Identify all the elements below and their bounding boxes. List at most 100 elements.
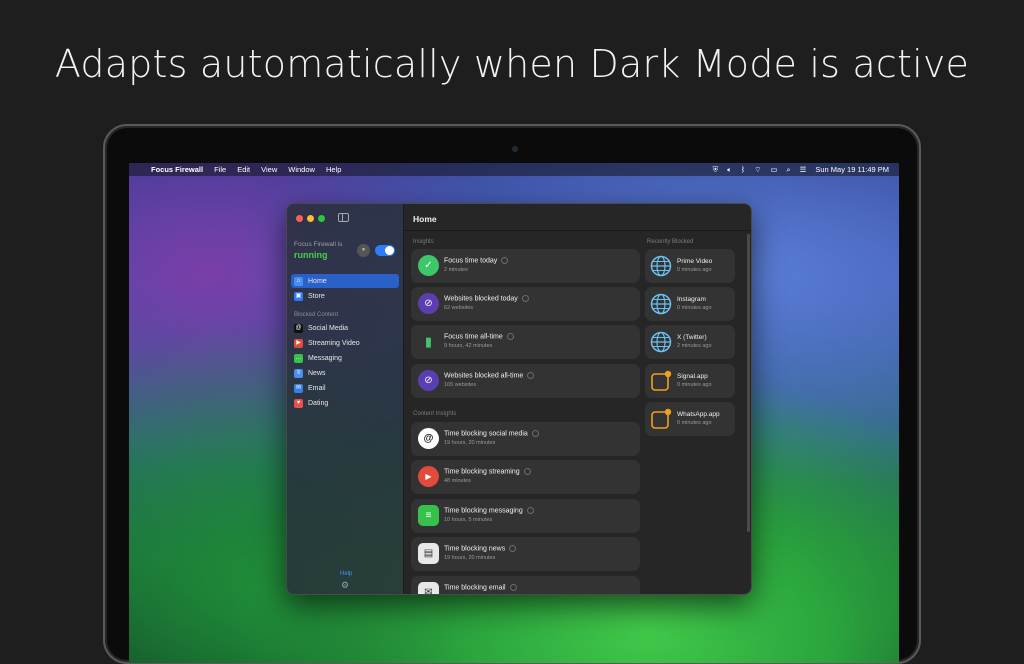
sidebar-item-news[interactable]: ≡ News bbox=[291, 366, 399, 380]
recent-item-title: WhatsApp.app bbox=[677, 411, 720, 418]
menu-file[interactable]: File bbox=[214, 165, 226, 174]
insight-card-blocked-today[interactable]: ⊘ Websites blocked today 62 websites bbox=[411, 287, 640, 321]
recent-item-x-twitter[interactable]: X (Twitter) 2 minutes ago bbox=[645, 325, 735, 359]
card-title: Websites blocked all-time bbox=[444, 372, 524, 380]
blocked-globe-icon: ⊘ bbox=[418, 370, 439, 391]
content-card-messaging[interactable]: ≡ Time blocking messaging 10 hours, 5 mi… bbox=[411, 499, 640, 533]
menu-bar: Focus Firewall File Edit View Window Hel… bbox=[129, 163, 899, 176]
sidebar-toggle-icon[interactable] bbox=[338, 213, 349, 222]
card-title: Websites blocked today bbox=[444, 295, 518, 303]
sidebar-item-messaging[interactable]: … Messaging bbox=[291, 351, 399, 365]
card-subtitle: 19 hours, 20 minutes bbox=[444, 555, 496, 561]
minimize-button[interactable] bbox=[307, 215, 314, 222]
help-link[interactable]: Help bbox=[340, 571, 352, 577]
recent-item-title: Signal.app bbox=[677, 373, 708, 380]
info-icon[interactable] bbox=[509, 584, 517, 591]
main-content: Home Insights Recently Blocked ✓ Focus t… bbox=[404, 204, 751, 594]
insight-card-focus-today[interactable]: ✓ Focus time today 2 minutes bbox=[411, 249, 640, 283]
card-title: Time blocking messaging bbox=[444, 507, 523, 515]
play-icon: ▶ bbox=[294, 338, 303, 348]
header-divider bbox=[404, 230, 751, 231]
zoom-button[interactable] bbox=[318, 215, 325, 222]
content-card-social-media[interactable]: @ Time blocking social media 19 hours, 2… bbox=[411, 422, 640, 456]
insight-card-focus-alltime[interactable]: ▮ Focus time all-time 9 hours, 42 minute… bbox=[411, 325, 640, 359]
recent-item-prime-video[interactable]: Prime Video 0 minutes ago bbox=[645, 249, 735, 283]
newspaper-icon: ≡ bbox=[294, 368, 303, 378]
sidebar-item-email[interactable]: ✉ Email bbox=[291, 381, 399, 395]
control-center-icon[interactable]: ☰ bbox=[800, 165, 807, 174]
battery-icon[interactable]: ▭ bbox=[770, 165, 777, 174]
wifi-icon[interactable]: ⌔ bbox=[754, 165, 761, 175]
message-icon: … bbox=[294, 353, 303, 363]
card-subtitle: 165 websites bbox=[444, 382, 477, 388]
info-icon[interactable] bbox=[501, 257, 509, 264]
content-card-streaming[interactable]: ▶ Time blocking streaming 48 minutes bbox=[411, 460, 640, 494]
headline: Adapts automatically when Dark Mode is a… bbox=[54, 42, 970, 86]
content-card-email[interactable]: ✉ Time blocking email bbox=[411, 576, 640, 594]
content-insights-label: Content Insights bbox=[413, 411, 457, 417]
page-title: Home bbox=[413, 214, 437, 224]
sidebar-item-social-media[interactable]: @ Social Media bbox=[291, 321, 399, 335]
status-value: running bbox=[294, 250, 328, 260]
recent-item-instagram[interactable]: Instagram 0 minutes ago bbox=[645, 287, 735, 321]
card-title: Focus time today bbox=[444, 257, 498, 265]
card-subtitle: 2 minutes bbox=[444, 267, 468, 273]
menu-app-name[interactable]: Focus Firewall bbox=[151, 165, 203, 174]
house-icon: ⌂ bbox=[294, 276, 303, 286]
info-icon[interactable] bbox=[509, 545, 517, 552]
menu-window[interactable]: Window bbox=[288, 165, 315, 174]
sidebar-item-label: Streaming Video bbox=[308, 339, 360, 347]
sidebar-item-store[interactable]: ▣ Store bbox=[291, 289, 399, 303]
search-icon[interactable]: ⌕ bbox=[786, 165, 790, 175]
volume-icon[interactable]: 🔈︎ bbox=[727, 165, 732, 175]
content-card-news[interactable]: ▤ Time blocking news 19 hours, 20 minute… bbox=[411, 537, 640, 571]
app-window: Focus Firewall is running ⏸ ⌂ Home ▣ Sto… bbox=[286, 203, 752, 595]
info-icon[interactable] bbox=[526, 507, 534, 514]
firewall-toggle[interactable] bbox=[375, 245, 395, 256]
sidebar-item-label: Social Media bbox=[308, 324, 349, 332]
blocked-globe-icon: ⊘ bbox=[418, 293, 439, 314]
card-title: Time blocking social media bbox=[444, 430, 528, 438]
recent-item-time: 2 minutes ago bbox=[677, 343, 712, 349]
at-icon: @ bbox=[294, 323, 303, 333]
insight-card-blocked-alltime[interactable]: ⊘ Websites blocked all-time 165 websites bbox=[411, 364, 640, 398]
globe-icon bbox=[650, 255, 672, 277]
info-icon[interactable] bbox=[531, 430, 539, 437]
info-icon[interactable] bbox=[521, 295, 529, 302]
window-controls bbox=[296, 215, 329, 222]
scrollbar[interactable] bbox=[747, 234, 750, 532]
sidebar-item-label: Store bbox=[308, 292, 325, 300]
heart-icon: ♥ bbox=[294, 398, 303, 408]
menu-view[interactable]: View bbox=[261, 165, 277, 174]
close-button[interactable] bbox=[296, 215, 303, 222]
menubar-datetime[interactable]: Sun May 19 11:49 PM bbox=[815, 165, 889, 174]
card-subtitle: 48 minutes bbox=[444, 478, 471, 484]
info-icon[interactable] bbox=[527, 372, 535, 379]
menu-help[interactable]: Help bbox=[326, 165, 341, 174]
recent-item-time: 0 minutes ago bbox=[677, 420, 712, 426]
menu-edit[interactable]: Edit bbox=[237, 165, 250, 174]
card-subtitle: 19 hours, 20 minutes bbox=[444, 440, 496, 446]
sidebar-item-dating[interactable]: ♥ Dating bbox=[291, 396, 399, 410]
bluetooth-icon[interactable]: ᛒ bbox=[741, 165, 746, 174]
recent-item-whatsapp[interactable]: WhatsApp.app 0 minutes ago bbox=[645, 402, 735, 436]
play-icon: ▶ bbox=[418, 466, 439, 487]
mail-icon: ✉ bbox=[294, 383, 303, 393]
sidebar-item-home[interactable]: ⌂ Home bbox=[291, 274, 399, 288]
pause-button[interactable]: ⏸ bbox=[357, 244, 370, 257]
app-icon bbox=[651, 370, 672, 391]
info-icon[interactable] bbox=[506, 333, 514, 340]
shield-status-icon[interactable]: ⛨ bbox=[713, 165, 719, 175]
recent-item-signal[interactable]: Signal.app 0 minutes ago bbox=[645, 364, 735, 398]
recent-item-time: 0 minutes ago bbox=[677, 267, 712, 273]
card-subtitle: 9 hours, 42 minutes bbox=[444, 343, 493, 349]
bars-icon: ▮ bbox=[424, 334, 433, 349]
blocked-content-label: Blocked Content bbox=[294, 312, 339, 318]
recent-item-title: Instagram bbox=[677, 296, 706, 303]
status-label: Focus Firewall is bbox=[294, 241, 343, 248]
sidebar-item-streaming-video[interactable]: ▶ Streaming Video bbox=[291, 336, 399, 350]
info-icon[interactable] bbox=[523, 468, 531, 475]
card-title: Time blocking news bbox=[444, 545, 506, 553]
desktop-screen: Focus Firewall File Edit View Window Hel… bbox=[129, 163, 899, 663]
gear-icon[interactable]: ⚙ bbox=[341, 580, 349, 591]
